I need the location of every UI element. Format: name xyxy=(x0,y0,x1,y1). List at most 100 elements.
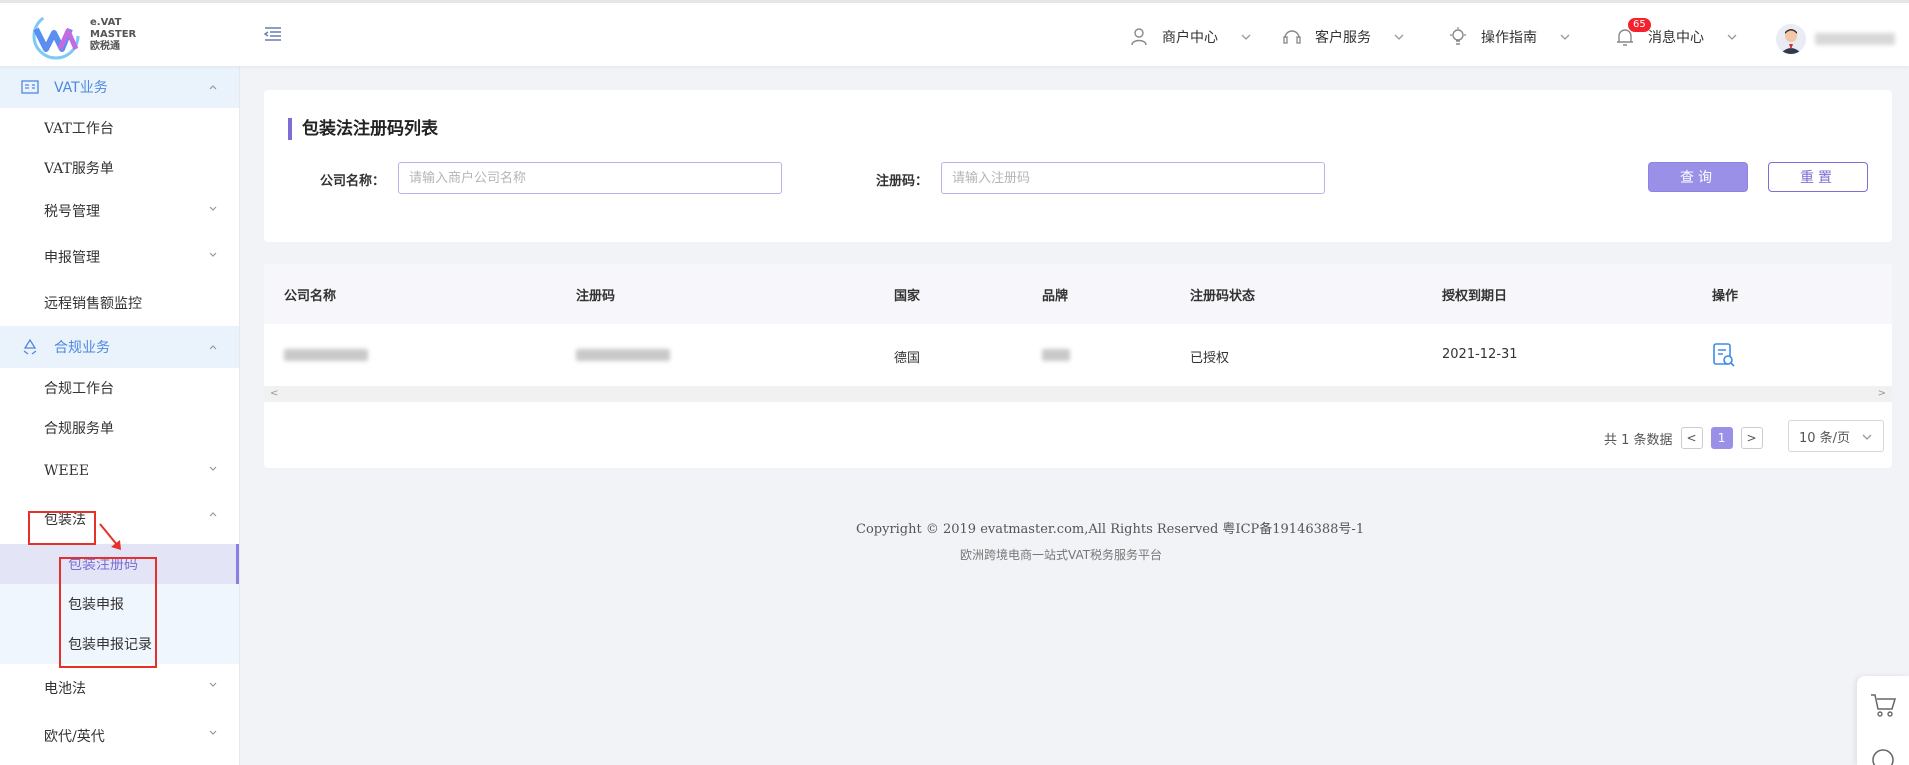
page-title: 包装法注册码列表 xyxy=(288,118,438,140)
guide-label: 操作指南 xyxy=(1481,30,1537,46)
sidebar-item-packaging-declare[interactable]: 包装申报 xyxy=(0,584,239,624)
merchant-center-menu[interactable]: 商户中心 xyxy=(1128,25,1252,49)
total-count: 共 1 条数据 xyxy=(1604,432,1673,448)
sidebar-item-label: 申报管理 xyxy=(44,250,100,266)
annotation-arrow-icon xyxy=(99,523,121,550)
sidebar-item-compliance-orders[interactable]: 合规服务单 xyxy=(0,408,239,448)
headset-icon xyxy=(1283,30,1301,44)
top-header: e.VAT MASTER 欧税通 商户中心 客户服务 操作指南 65 消息中心 xyxy=(0,0,1909,66)
pagination: 共 1 条数据 < 1 > xyxy=(1604,424,1763,452)
column-header: 操作 xyxy=(1712,289,1739,304)
expiry-cell: 2021-12-31 xyxy=(1442,347,1518,362)
bell-wrapper: 65 xyxy=(1614,18,1651,48)
sidebar-item-label: 包装法 xyxy=(44,512,86,528)
search-panel: 包装法注册码列表 公司名称： 注册码： 查询 重置 xyxy=(264,90,1892,242)
copyright-text: Copyright © 2019 evatmaster.com,All Righ… xyxy=(856,522,1365,537)
next-page-button[interactable]: > xyxy=(1740,427,1763,449)
slogan-text: 欧洲跨境电商一站式VAT税务服务平台 xyxy=(960,548,1163,562)
chevron-up-icon xyxy=(209,512,217,517)
sidebar-item-label: 远程销售额监控 xyxy=(44,296,142,312)
sidebar-item-label: 合规工作台 xyxy=(44,381,114,397)
column-header: 注册码 xyxy=(576,289,616,304)
sidebar-item-label: VAT工作台 xyxy=(44,121,114,137)
message-center-label: 消息中心 xyxy=(1648,30,1704,46)
column-header: 公司名称 xyxy=(284,289,337,304)
chevron-down-icon xyxy=(1394,34,1404,40)
view-detail-icon[interactable] xyxy=(1712,342,1736,368)
sidebar-item-eu-uk-rep[interactable]: 欧代/英代 xyxy=(0,712,239,760)
chevron-down-icon xyxy=(1241,34,1251,40)
table-row: 德国 已授权 2021-12-31 xyxy=(264,324,1892,386)
customer-service-label: 客户服务 xyxy=(1315,30,1371,46)
user-icon xyxy=(1131,28,1147,46)
chevron-down-icon xyxy=(209,730,217,735)
column-header: 国家 xyxy=(894,289,921,304)
prev-page-button[interactable]: < xyxy=(1680,427,1703,449)
sidebar-item-tax-number[interactable]: 税号管理 xyxy=(0,188,239,234)
column-header: 品牌 xyxy=(1042,289,1069,304)
status-cell: 已授权 xyxy=(1190,351,1230,366)
company-name-input[interactable] xyxy=(398,162,782,194)
chevron-down-icon xyxy=(1727,34,1737,40)
chevron-down-icon xyxy=(209,466,217,471)
country-cell: 德国 xyxy=(894,351,921,366)
sidebar-item-label: VAT服务单 xyxy=(44,161,114,177)
chat-icon[interactable] xyxy=(1871,746,1895,765)
sidebar-item-remote-sales[interactable]: 远程销售额监控 xyxy=(0,280,239,326)
reset-button[interactable]: 重置 xyxy=(1768,162,1868,192)
company-name-label: 公司名称： xyxy=(320,174,386,189)
message-center-menu[interactable]: 65 消息中心 xyxy=(1614,18,1738,49)
page-number-button[interactable]: 1 xyxy=(1710,427,1733,449)
page-size-select[interactable]: 10 条/页 xyxy=(1788,420,1884,452)
recycle-icon xyxy=(23,338,37,355)
floating-tools-panel xyxy=(1857,676,1909,765)
packaging-submenu: 包装注册码 包装申报 包装申报记录 xyxy=(0,544,239,664)
column-header: 注册码状态 xyxy=(1190,289,1256,304)
menu-collapse-icon[interactable] xyxy=(262,23,286,47)
chevron-down-icon xyxy=(209,252,217,257)
message-count-badge: 65 xyxy=(1628,18,1651,32)
cart-icon[interactable] xyxy=(1869,692,1897,718)
chevron-down-icon xyxy=(209,206,217,211)
sidebar-item-packaging-records[interactable]: 包装申报记录 xyxy=(0,624,239,664)
merchant-center-label: 商户中心 xyxy=(1162,30,1218,46)
regcode-table: 公司名称 注册码 国家 品牌 注册码状态 授权到期日 操作 德国 已授权 202… xyxy=(264,264,1892,468)
regcode-redacted xyxy=(576,349,670,361)
customer-service-menu[interactable]: 客户服务 xyxy=(1281,25,1405,49)
sidebar-item-weee[interactable]: WEEE xyxy=(0,448,239,494)
id-card-icon xyxy=(21,80,39,94)
chevron-down-icon xyxy=(1862,434,1872,440)
regcode-input[interactable] xyxy=(941,162,1325,194)
sidebar-item-declaration[interactable]: 申报管理 xyxy=(0,234,239,280)
sidebar-item-label: 税号管理 xyxy=(44,204,100,220)
guide-menu[interactable]: 操作指南 xyxy=(1447,25,1571,49)
sidebar-item-label: 合规服务单 xyxy=(44,421,114,437)
user-avatar[interactable] xyxy=(1776,24,1806,54)
regcode-label: 注册码： xyxy=(876,174,929,189)
sidebar-item-label: WEEE xyxy=(44,463,90,479)
sidebar-item-label: 包装申报记录 xyxy=(68,637,152,653)
scroll-right-icon[interactable]: > xyxy=(1878,388,1886,399)
username-redacted xyxy=(1815,33,1895,45)
sidebar-group-vat[interactable]: VAT业务 xyxy=(0,66,239,108)
sidebar-item-vat-workbench[interactable]: VAT工作台 xyxy=(0,108,239,148)
sidebar-item-compliance-workbench[interactable]: 合规工作台 xyxy=(0,368,239,408)
sidebar-item-label: 电池法 xyxy=(44,681,86,697)
brand-redacted xyxy=(1042,349,1070,361)
scroll-left-icon[interactable]: < xyxy=(270,388,278,399)
sidebar-item-battery-law[interactable]: 电池法 xyxy=(0,664,239,712)
query-button[interactable]: 查询 xyxy=(1648,162,1748,192)
logo-line-3: 欧税通 xyxy=(90,41,120,52)
chevron-down-icon xyxy=(1560,34,1570,40)
horizontal-scrollbar[interactable]: < > xyxy=(264,386,1892,402)
sidebar-item-vat-orders[interactable]: VAT服务单 xyxy=(0,148,239,188)
sidebar-group-compliance-label: 合规业务 xyxy=(54,340,110,356)
sidebar-group-compliance[interactable]: 合规业务 xyxy=(0,326,239,368)
evat-master-logo[interactable]: e.VAT MASTER 欧税通 xyxy=(30,11,140,65)
column-header: 授权到期日 xyxy=(1442,289,1508,304)
sidebar-group-vat-label: VAT业务 xyxy=(54,80,108,96)
chevron-down-icon xyxy=(209,682,217,687)
page-size-value: 10 条/页 xyxy=(1799,430,1851,446)
logo-line-1: e.VAT xyxy=(90,17,122,28)
table-header: 公司名称 注册码 国家 品牌 注册码状态 授权到期日 操作 xyxy=(264,264,1892,324)
